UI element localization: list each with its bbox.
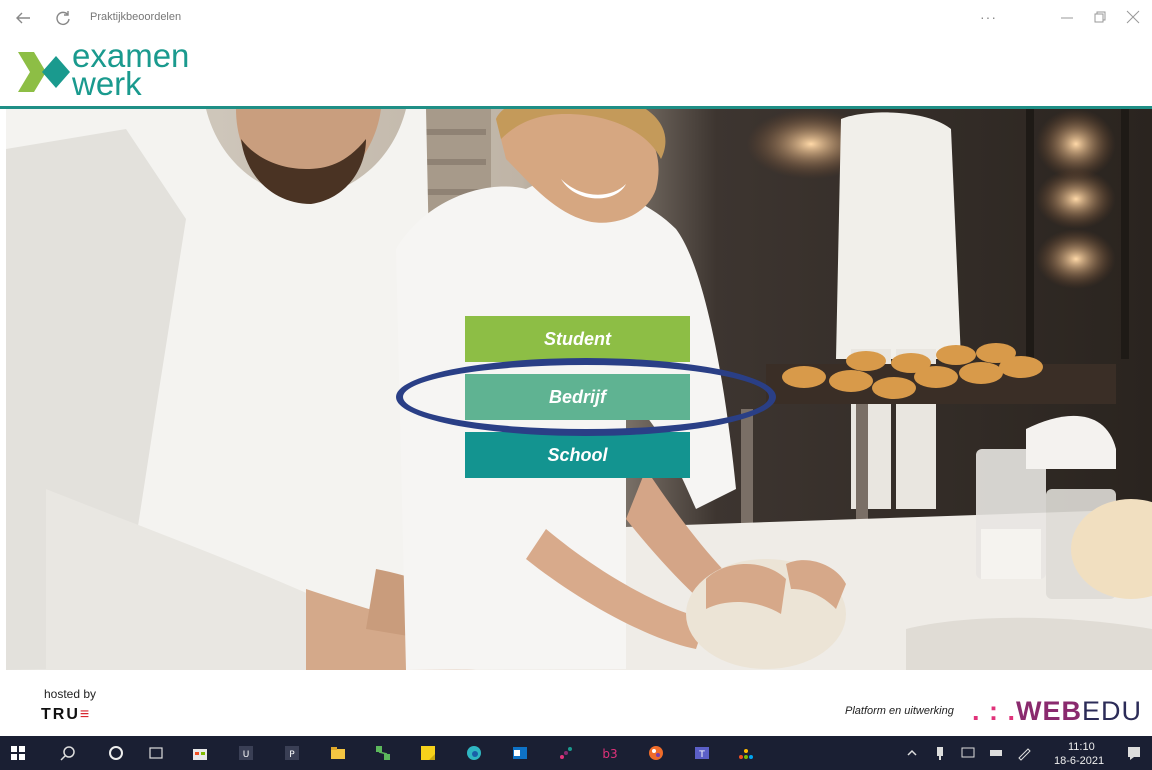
network-app-icon[interactable]: [375, 745, 391, 761]
close-icon[interactable]: [1126, 10, 1140, 24]
hosted-by-label: hosted by: [44, 687, 97, 701]
logo-mark-icon: [18, 52, 70, 92]
refresh-icon[interactable]: [54, 9, 72, 27]
webedu-logo[interactable]: . : .WEBEDU: [972, 696, 1142, 727]
back-arrow-icon[interactable]: [14, 9, 32, 27]
task-view-icon[interactable]: [148, 745, 164, 761]
search-icon[interactable]: [60, 745, 76, 761]
bedrijf-button[interactable]: Bedrijf: [465, 374, 690, 420]
minimize-icon[interactable]: [1060, 11, 1074, 25]
outlook-icon[interactable]: [512, 745, 528, 761]
taskbar-date[interactable]: 18-6-2021: [1054, 755, 1104, 767]
webedu-web-text: WEB: [1016, 696, 1082, 726]
svg-text:U: U: [243, 750, 250, 760]
maximize-icon[interactable]: [1093, 11, 1107, 25]
taskbar-time[interactable]: 11:10: [1068, 741, 1095, 753]
student-button[interactable]: Student: [465, 316, 690, 362]
logo-text-line2: werk: [72, 65, 142, 102]
tray-usb-icon[interactable]: [932, 745, 948, 761]
tray-network-icon[interactable]: [988, 745, 1004, 761]
sticky-notes-icon[interactable]: [420, 745, 436, 761]
window-title: Praktijkbeoordelen: [90, 11, 182, 23]
svg-text:T: T: [698, 750, 705, 760]
colorful-app-icon[interactable]: [738, 745, 754, 761]
tray-display-icon[interactable]: [960, 745, 976, 761]
windows-start-icon[interactable]: [10, 745, 26, 761]
webedu-dots: . : .: [972, 696, 1016, 726]
examenwerk-logo[interactable]: examen werk: [16, 38, 236, 102]
true-logo-accent: ≡: [79, 706, 92, 723]
app-title-bar: Praktijkbeoordelen ···: [0, 0, 1152, 36]
platform-label: Platform en uitwerking: [845, 705, 954, 717]
paint-app-icon[interactable]: [648, 745, 664, 761]
svg-text:b3: b3: [602, 747, 617, 761]
true-logo-text: TRU: [41, 706, 80, 723]
teams-icon[interactable]: T: [694, 745, 710, 761]
more-options-icon[interactable]: ···: [980, 9, 997, 25]
dots-app-icon[interactable]: [558, 745, 574, 761]
school-button[interactable]: School: [465, 432, 690, 478]
svg-text:P: P: [289, 750, 295, 760]
webedu-edu-text: EDU: [1082, 696, 1143, 726]
true-logo[interactable]: TRU≡: [41, 706, 91, 724]
u-app-icon[interactable]: U: [238, 745, 254, 761]
b3-app-icon[interactable]: b3: [602, 745, 618, 761]
page-footer: hosted by TRU≡ Platform en uitwerking . …: [0, 670, 1152, 736]
file-explorer-icon[interactable]: [330, 745, 346, 761]
tray-chevron-icon[interactable]: [904, 745, 920, 761]
tray-pen-icon[interactable]: [1016, 745, 1032, 761]
windows-taskbar: U P b3 T 11:10 18-6-2021: [0, 736, 1152, 770]
notifications-icon[interactable]: [1126, 745, 1142, 761]
store-icon[interactable]: [192, 745, 208, 761]
cortana-icon[interactable]: [108, 745, 124, 761]
p-app-icon[interactable]: P: [284, 745, 300, 761]
edge-icon[interactable]: [466, 745, 482, 761]
